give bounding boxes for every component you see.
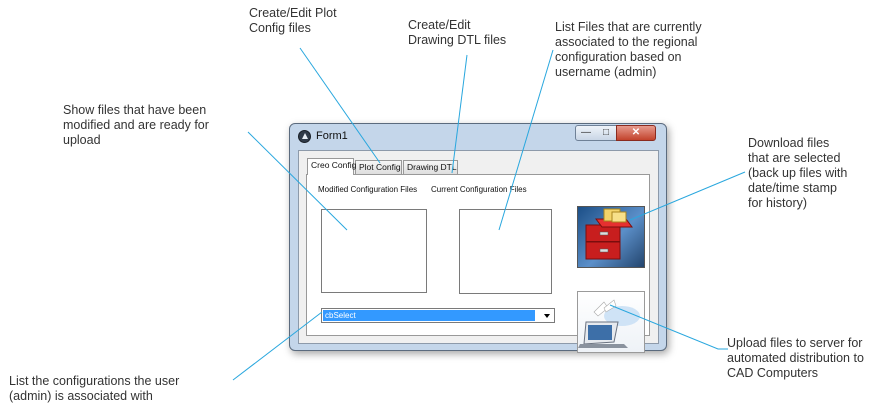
annotation-line: Create/Edit Plot xyxy=(249,6,337,20)
annotation-line: configuration based on xyxy=(555,50,682,64)
annotation-list-current: List Files that are currently associated… xyxy=(555,20,702,80)
download-button[interactable] xyxy=(577,206,645,268)
annotation-line: List the configurations the user xyxy=(9,374,180,388)
annotation-line: associated to the regional xyxy=(555,35,698,49)
annotation-line: Config files xyxy=(249,21,311,35)
annotation-line: Download files xyxy=(748,136,830,150)
tab-creo-config[interactable]: Creo Config xyxy=(307,158,356,175)
modified-files-listbox[interactable] xyxy=(321,209,427,293)
annotation-line: List Files that are currently xyxy=(555,20,702,34)
annotation-line: username (admin) xyxy=(555,65,657,79)
combo-selected-value: cbSelect xyxy=(323,310,535,321)
annotation-upload: Upload files to server for automated dis… xyxy=(727,336,864,381)
annotation-line: Drawing DTL files xyxy=(408,33,507,47)
app-logo-icon xyxy=(298,130,311,143)
file-cabinet-icon xyxy=(585,208,633,260)
annotation-line: that are selected xyxy=(748,151,841,165)
maximize-button[interactable]: □ xyxy=(596,125,617,141)
form-client-area: Creo Config Plot Config Drawing DTL Modi… xyxy=(298,150,659,353)
current-files-listbox[interactable] xyxy=(459,209,552,294)
annotation-line: (admin) is associated with xyxy=(9,389,153,403)
annotation-line: Upload files to server for xyxy=(727,336,863,350)
annotation-show-modified: Show files that have been modified and a… xyxy=(63,103,209,148)
annotation-line: (back up files with xyxy=(748,166,848,180)
annotation-line: automated distribution to xyxy=(727,351,864,365)
config-select-combobox[interactable]: cbSelect xyxy=(321,308,555,323)
chevron-down-icon[interactable] xyxy=(544,314,550,318)
annotation-line: CAD Computers xyxy=(727,366,818,380)
window-title: Form1 xyxy=(316,130,348,142)
current-files-label: Current Configuration Files xyxy=(431,185,527,194)
annotation-drawing-dtl: Create/Edit Drawing DTL files xyxy=(408,18,506,48)
tab-drawing-dtl[interactable]: Drawing DTL xyxy=(403,160,458,174)
upload-button[interactable] xyxy=(577,291,645,353)
annotation-line: Show files that have been xyxy=(63,103,207,117)
annotation-line: date/time stamp xyxy=(748,181,837,195)
annotation-list-configs: List the configurations the user (admin)… xyxy=(9,374,179,404)
annotation-line: upload xyxy=(63,133,101,147)
annotation-line: for history) xyxy=(748,196,808,210)
annotation-line: modified and are ready for xyxy=(63,118,209,132)
close-button[interactable]: ✕ xyxy=(616,125,656,141)
laptop-upload-icon xyxy=(578,299,640,348)
tab-page-creo-config: Modified Configuration Files Current Con… xyxy=(306,174,650,353)
title-bar[interactable]: Form1 — □ ✕ xyxy=(290,124,666,148)
tab-plot-config[interactable]: Plot Config xyxy=(355,160,402,174)
annotation-plot-config: Create/Edit Plot Config files xyxy=(249,6,337,36)
minimize-button[interactable]: — xyxy=(575,125,597,141)
modified-files-label: Modified Configuration Files xyxy=(318,185,418,194)
annotation-download: Download files that are selected (back u… xyxy=(748,136,847,211)
form-window: Form1 — □ ✕ Creo Config Plot Config Draw… xyxy=(289,123,667,353)
annotation-line: Create/Edit xyxy=(408,18,471,32)
